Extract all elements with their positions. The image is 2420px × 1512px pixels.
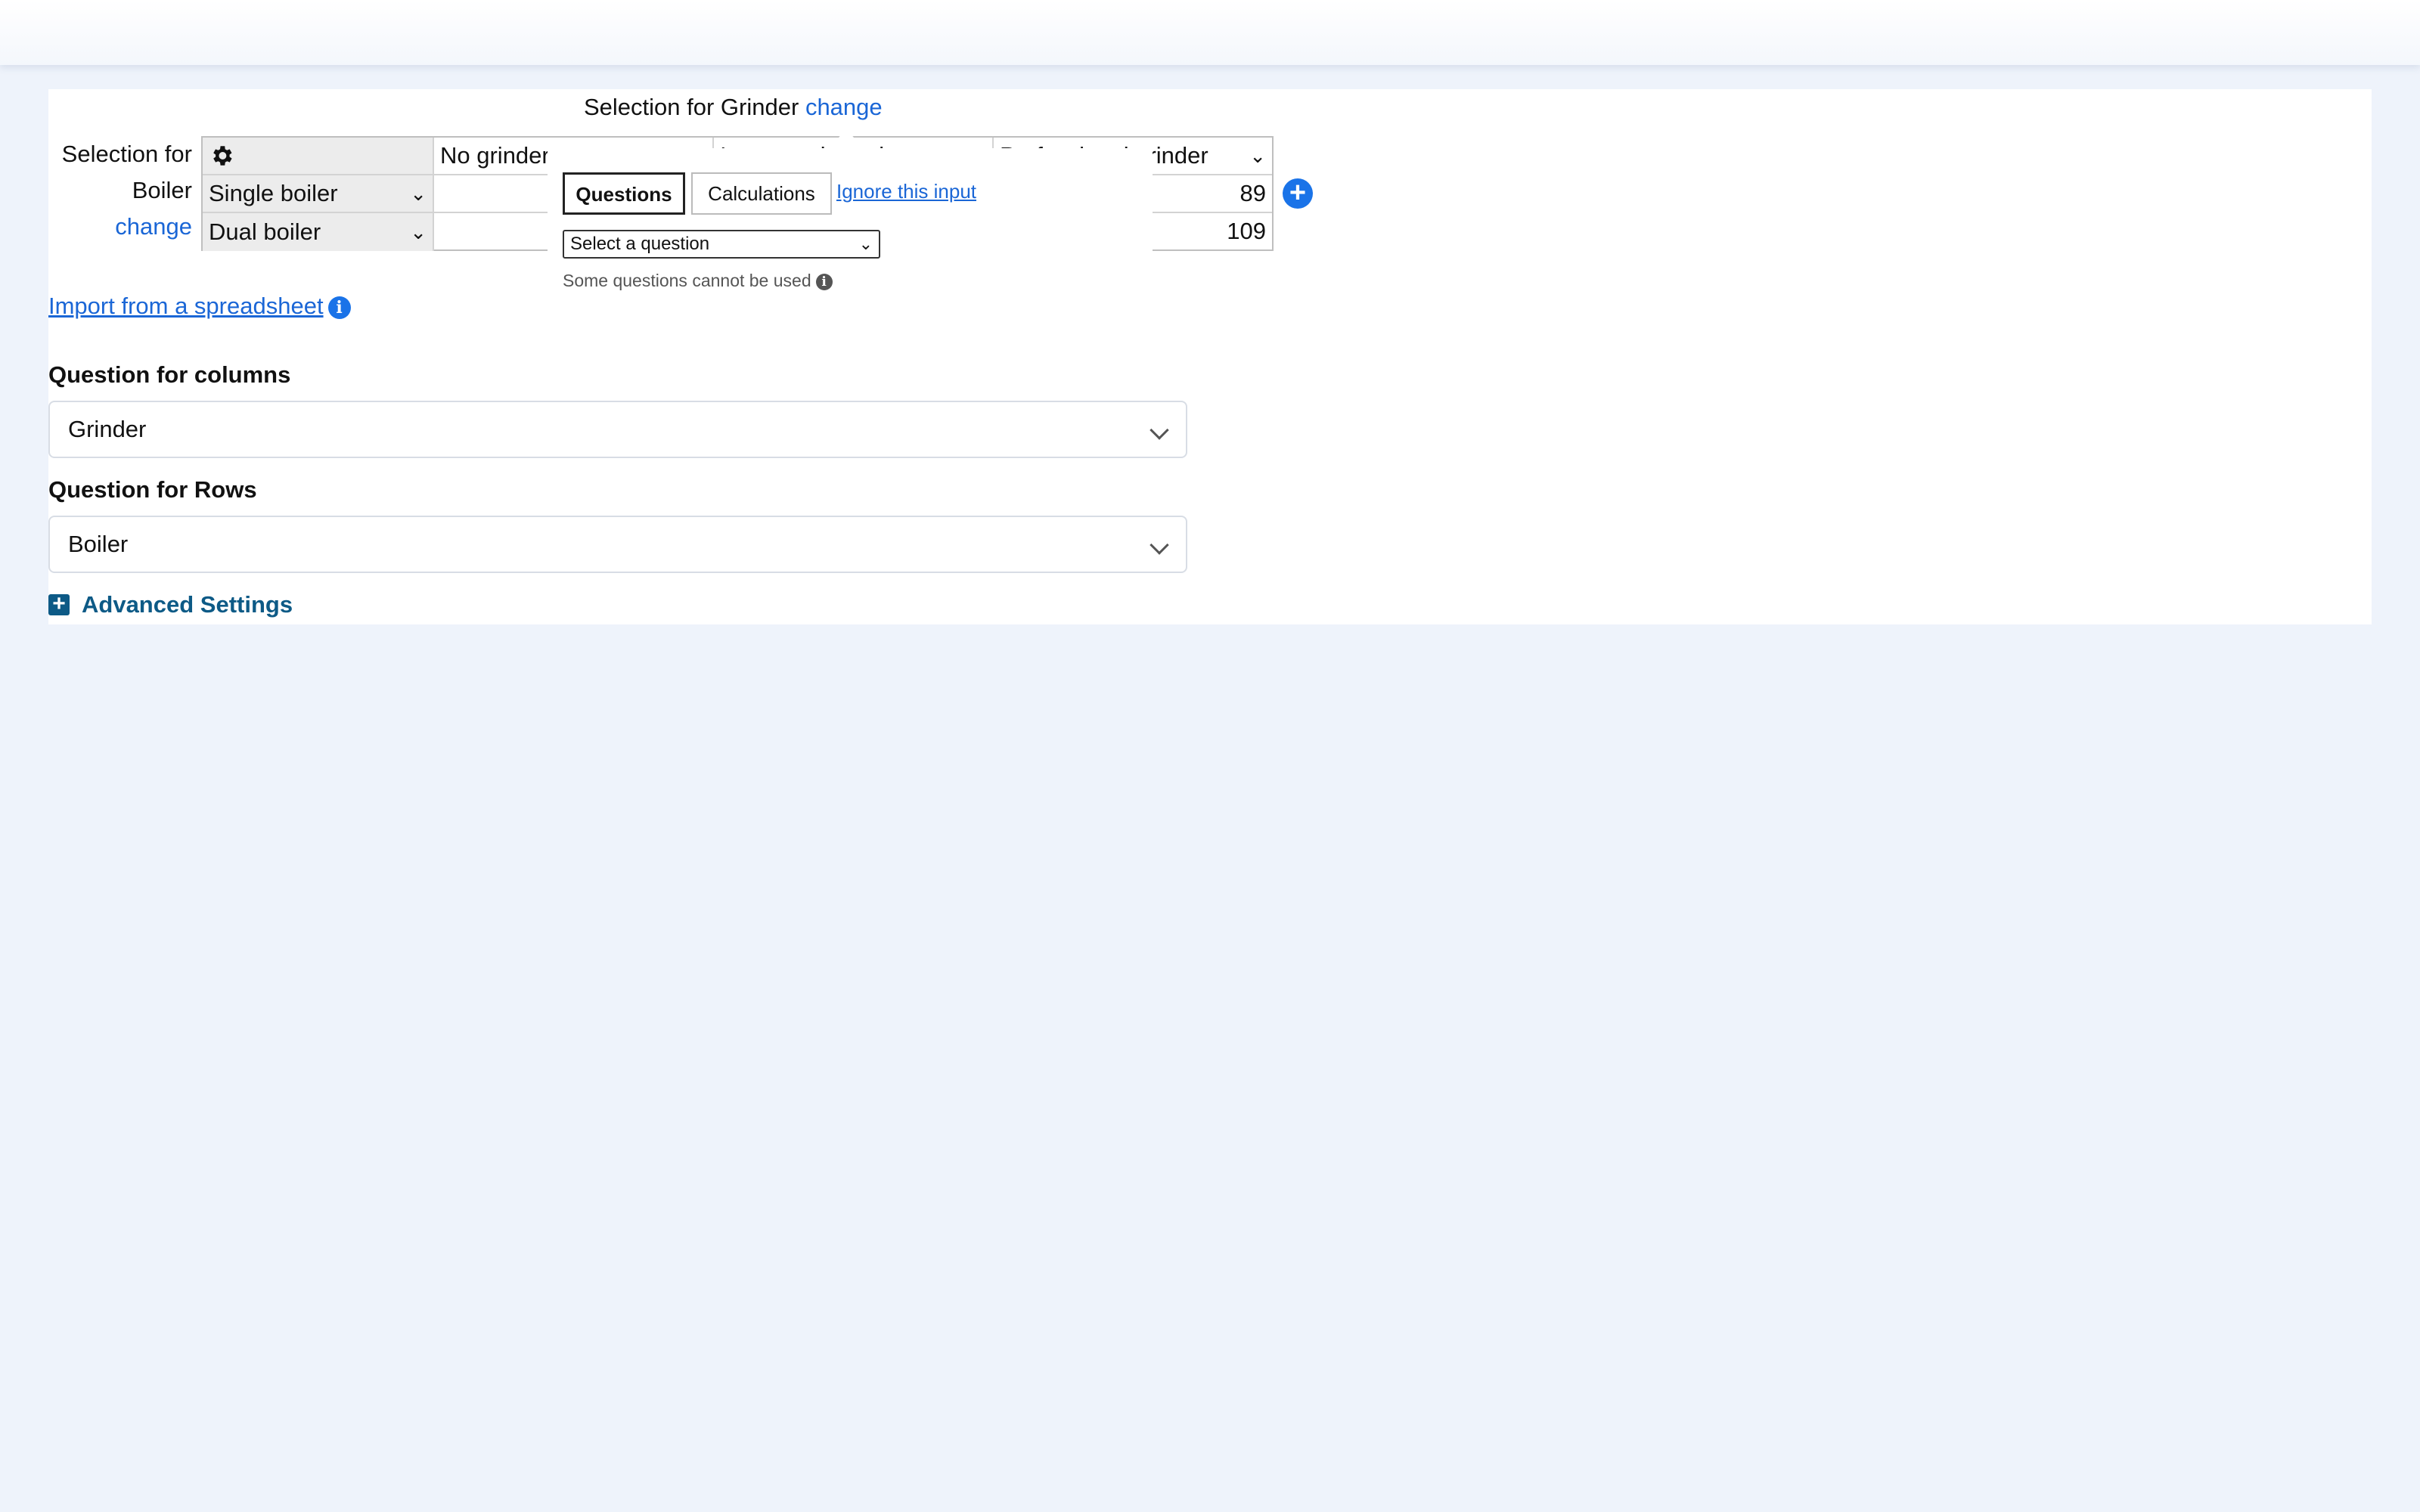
rows-question-label: Question for Rows — [48, 476, 257, 503]
column-selection-text: Selection for Grinder — [584, 94, 799, 120]
row-label-text: Dual boiler — [209, 218, 321, 245]
top-bar — [0, 0, 2420, 65]
questions-note: Some questions cannot be used i — [563, 271, 833, 291]
plus-square-icon: + — [48, 593, 70, 615]
chevron-down-icon: ⌄ — [410, 182, 427, 205]
tab-questions[interactable]: Questions — [563, 172, 685, 215]
tab-calculations[interactable]: Calculations — [691, 172, 832, 215]
plus-circle-icon[interactable]: + — [1283, 178, 1313, 209]
ignore-input-link[interactable]: Ignore this input — [836, 180, 976, 203]
grid-settings-cell[interactable] — [203, 138, 434, 175]
row-selection-label: Selection for — [61, 141, 192, 167]
row-question-label: Boiler — [132, 177, 192, 203]
questions-note-text: Some questions cannot be used — [563, 271, 811, 290]
import-spreadsheet-link[interactable]: Import from a spreadsheet i — [48, 293, 351, 320]
chevron-down-icon: ⌄ — [858, 234, 873, 253]
chevron-down-icon: ⌄ — [1249, 144, 1266, 167]
question-select-text: Select a question — [570, 234, 710, 254]
columns-question-value: Grinder — [68, 416, 147, 442]
advanced-settings-toggle[interactable]: + Advanced Settings — [48, 591, 293, 618]
columns-question-dropdown[interactable]: Grinder — [48, 401, 1187, 458]
chevron-down-icon: ⌄ — [410, 221, 427, 243]
row-change-link[interactable]: change — [41, 213, 192, 240]
row-label-select[interactable]: Dual boiler ⌄ — [203, 213, 434, 251]
column-change-link[interactable]: change — [805, 94, 883, 120]
row-label-select[interactable]: Single boiler ⌄ — [203, 175, 434, 213]
info-icon[interactable]: i — [815, 273, 833, 290]
gear-icon[interactable] — [209, 143, 234, 169]
row-label-text: Single boiler — [209, 180, 338, 206]
chevron-down-icon — [1150, 535, 1169, 555]
import-spreadsheet-text: Import from a spreadsheet — [48, 293, 324, 319]
rows-question-dropdown[interactable]: Boiler — [48, 516, 1187, 573]
info-icon[interactable]: i — [327, 296, 351, 319]
column-selection-header: Selection for Grinder change — [584, 94, 883, 121]
chevron-down-icon — [1150, 420, 1169, 440]
advanced-settings-label: Advanced Settings — [82, 591, 293, 618]
source-popup: Questions Calculations Ignore this input… — [548, 148, 1153, 307]
columns-question-label: Question for columns — [48, 361, 291, 388]
rows-question-value: Boiler — [68, 531, 129, 557]
question-select[interactable]: Select a question ⌄ — [563, 230, 880, 259]
